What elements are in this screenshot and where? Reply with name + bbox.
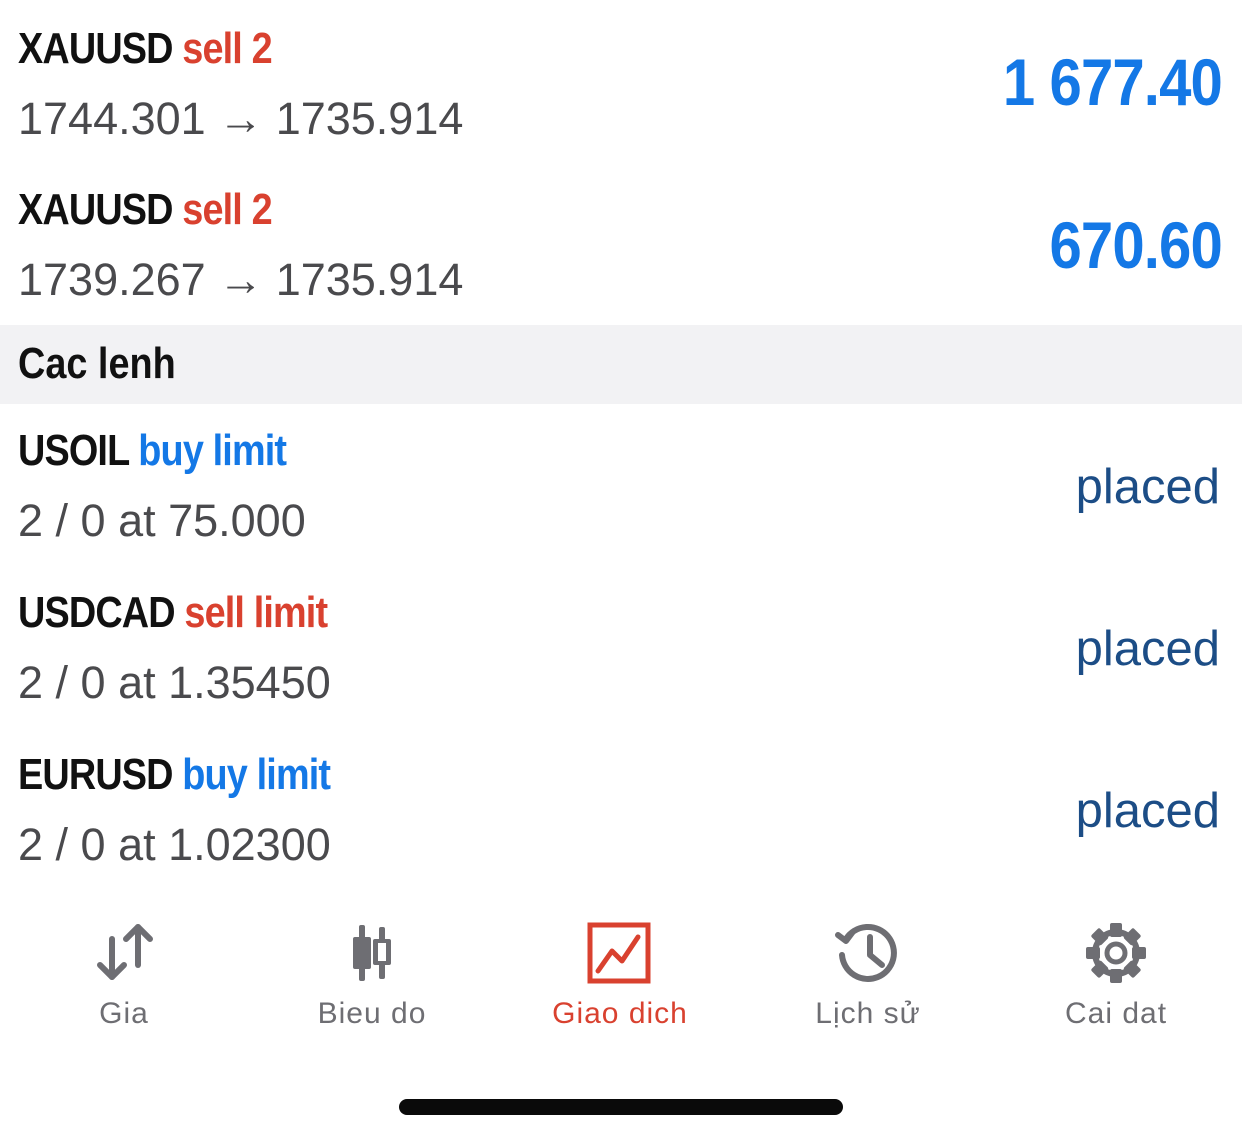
trade-chart-icon — [587, 922, 651, 984]
order-title: USOIL buy limit — [18, 426, 287, 476]
order-title: EURUSD buy limit — [18, 750, 331, 800]
position-row[interactable]: XAUUSD sell 2 1744.301 → 1735.914 1 677.… — [0, 0, 1242, 162]
orders-section-header: Cac lenh — [0, 325, 1242, 404]
tab-bieu-do[interactable]: Bieu do — [248, 905, 496, 1055]
order-title: USDCAD sell limit — [18, 588, 328, 638]
position-row[interactable]: XAUUSD sell 2 1739.267 → 1735.914 670.60 — [0, 162, 1242, 325]
order-row[interactable]: USDCAD sell limit 2 / 0 at 1.35450 place… — [0, 566, 1242, 728]
order-status: placed — [1075, 622, 1220, 676]
side-label: sell 2 — [182, 185, 272, 234]
tab-lich-su[interactable]: Lịch sử — [744, 905, 992, 1055]
section-title: Cac lenh — [18, 339, 176, 388]
tab-gia[interactable]: Gia — [0, 905, 248, 1055]
symbol-label: USOIL — [18, 426, 130, 475]
order-type-label: sell limit — [184, 588, 328, 637]
tab-label: Giao dich — [552, 997, 688, 1030]
order-status: placed — [1075, 784, 1220, 838]
tab-label: Lịch sử — [815, 997, 921, 1030]
symbol-label: USDCAD — [18, 588, 176, 637]
tab-cai-dat[interactable]: Cai dat — [992, 905, 1240, 1055]
order-row[interactable]: EURUSD buy limit 2 / 0 at 1.02300 placed — [0, 728, 1242, 890]
price-range: 1744.301 → 1735.914 — [18, 93, 464, 144]
home-indicator[interactable] — [399, 1099, 843, 1115]
order-type-label: buy limit — [182, 750, 331, 799]
order-type-label: buy limit — [138, 426, 287, 475]
symbol-label: EURUSD — [18, 750, 173, 799]
price-range: 1739.267 → 1735.914 — [18, 254, 464, 305]
gear-icon — [1086, 923, 1146, 983]
order-status: placed — [1075, 460, 1220, 514]
symbol-label: XAUUSD — [18, 185, 173, 234]
tab-giao-dich[interactable]: Giao dich — [496, 905, 744, 1055]
order-details: 2 / 0 at 1.35450 — [18, 657, 331, 708]
position-title: XAUUSD sell 2 — [18, 24, 273, 74]
profit-value: 670.60 — [1049, 208, 1223, 282]
tab-label: Gia — [99, 997, 149, 1030]
order-details: 2 / 0 at 75.000 — [18, 495, 306, 546]
side-label: sell 2 — [182, 24, 272, 73]
profit-value: 1 677.40 — [1002, 45, 1223, 119]
tab-label: Bieu do — [317, 997, 427, 1030]
tab-bar: Gia Bieu do Giao dich Lịch sử Cai dat — [0, 905, 1242, 1055]
history-icon — [835, 924, 897, 982]
position-title: XAUUSD sell 2 — [18, 185, 273, 235]
symbol-label: XAUUSD — [18, 24, 173, 73]
arrows-up-down-icon — [97, 924, 153, 980]
order-row[interactable]: USOIL buy limit 2 / 0 at 75.000 placed — [0, 404, 1242, 566]
tab-label: Cai dat — [1064, 997, 1168, 1030]
order-details: 2 / 0 at 1.02300 — [18, 819, 331, 870]
candlestick-icon — [353, 925, 391, 981]
